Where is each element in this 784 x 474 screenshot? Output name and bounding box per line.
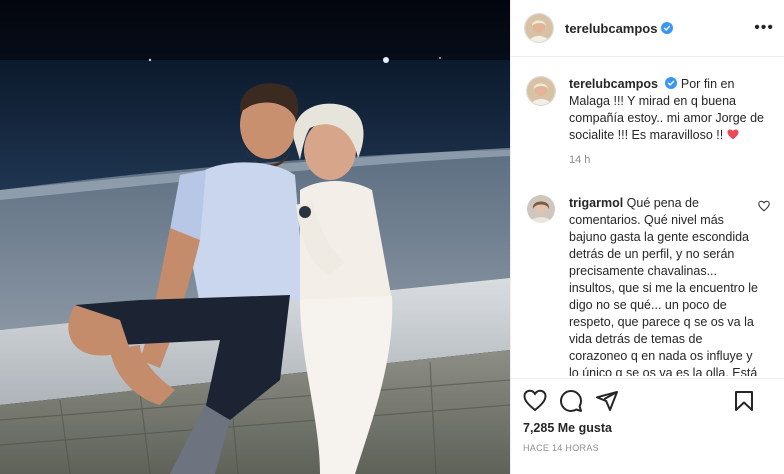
post-actions: 7,285 Me gusta HACE 14 HORAS — [511, 378, 784, 474]
save-bookmark-icon[interactable] — [732, 389, 756, 413]
more-options-button[interactable]: ••• — [754, 20, 774, 36]
comment-avatar[interactable] — [527, 195, 555, 223]
avatar-image — [525, 14, 553, 42]
caption-timestamp[interactable]: 14 h — [569, 152, 768, 169]
verified-badge-icon — [665, 77, 678, 89]
post-caption: terelubcampos Por fin en Malaga !!! Y mi… — [527, 58, 768, 169]
heart-emoji-icon — [727, 129, 739, 140]
verified-badge-icon — [661, 22, 674, 34]
caption-body: terelubcampos Por fin en Malaga !!! Y mi… — [569, 76, 768, 169]
caption-username[interactable]: terelubcampos — [569, 77, 658, 91]
post-timestamp[interactable]: HACE 14 HORAS — [523, 443, 772, 453]
post-header: terelubcampos ••• — [511, 0, 784, 57]
photo-illustration — [0, 0, 510, 474]
comment-text: Qué pena de comentarios. Qué nivel más b… — [569, 196, 758, 376]
avatar[interactable] — [525, 14, 553, 42]
post-username[interactable]: terelubcampos — [565, 21, 657, 36]
comments-list[interactable]: terelubcampos Por fin en Malaga !!! Y mi… — [511, 58, 784, 376]
avatar-image — [527, 77, 555, 105]
caption-avatar[interactable] — [527, 77, 555, 105]
share-paper-plane-icon[interactable] — [595, 389, 619, 413]
post-photo[interactable] — [0, 0, 510, 474]
post-side-panel: terelubcampos ••• terelubcampos Por fin … — [510, 0, 784, 474]
comment-item: trigarmol Qué pena de comentarios. Qué n… — [527, 169, 770, 376]
likes-count[interactable]: 7,285 Me gusta — [523, 421, 772, 435]
comment-username[interactable]: trigarmol — [569, 196, 623, 210]
comment-body: trigarmol Qué pena de comentarios. Qué n… — [569, 195, 764, 376]
comment-bubble-icon[interactable] — [559, 389, 583, 413]
avatar-image — [527, 195, 555, 223]
action-bar — [523, 389, 772, 413]
like-heart-icon[interactable] — [523, 389, 547, 413]
comment-like-heart-icon[interactable] — [758, 200, 770, 212]
